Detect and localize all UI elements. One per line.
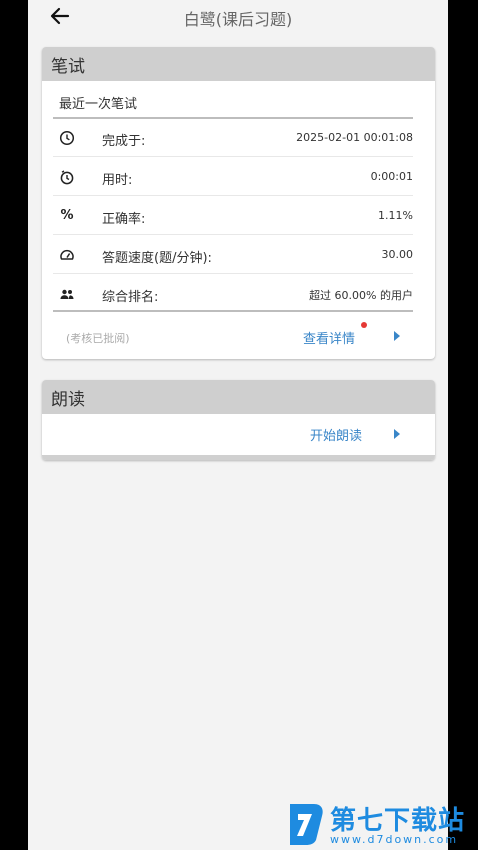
ranking-value: 超过 60.00% 的用户 [309,289,413,302]
reading-card: 朗读 开始朗读 [42,380,435,460]
accuracy-value: 1.11% [378,209,413,222]
timer-icon [60,170,74,185]
duration-label: 用时: [102,173,133,188]
divider [53,310,413,312]
watermark-url: www.d7down.com [330,833,459,846]
review-status: (考核已批阅) [66,332,130,345]
completed-at-row: 完成于: 2025-02-01 00:01:08 [53,119,413,157]
accuracy-label: 正确率: [102,212,146,227]
chevron-right-icon[interactable] [394,331,400,341]
watermark-name: 第七下载站 [330,806,466,836]
latest-test-subtitle: 最近一次笔试 [59,97,138,112]
clock-icon [59,130,75,146]
d7-logo-icon [290,804,323,845]
speedometer-icon [60,249,74,260]
duration-value: 0:00:01 [370,170,413,183]
speed-value: 30.00 [381,248,414,261]
chevron-right-icon[interactable] [394,429,400,439]
people-icon [60,289,74,299]
speed-label: 答题速度(题/分钟): [102,251,212,266]
watermark: 第七下载站 www.d7down.com [286,800,476,850]
ranking-row: 综合排名: 超过 60.00% 的用户 [53,275,413,313]
written-section-title: 笔试 [42,47,435,81]
view-details-link[interactable]: 查看详情 [303,328,355,347]
percent-icon: % [60,208,74,223]
accuracy-row: % 正确率: 1.11% [53,197,413,235]
written-test-card: 笔试 最近一次笔试 完成于: 2025-02-01 00:01:08 用时: 0… [42,47,435,359]
reading-section-title: 朗读 [42,380,435,414]
app-screen: 白鹭(课后习题) 笔试 最近一次笔试 完成于: 2025-02-01 00:01… [28,0,448,850]
ranking-label: 综合排名: [102,290,159,305]
card-bottom-bar [42,455,435,460]
completed-at-value: 2025-02-01 00:01:08 [296,131,413,144]
duration-row: 用时: 0:00:01 [53,158,413,196]
page-title: 白鹭(课后习题) [183,10,293,29]
notification-dot [361,322,367,328]
speed-row: 答题速度(题/分钟): 30.00 [53,236,413,274]
completed-at-label: 完成于: [102,134,146,149]
top-bar: 白鹭(课后习题) [28,0,448,33]
start-reading-link[interactable]: 开始朗读 [310,425,362,444]
